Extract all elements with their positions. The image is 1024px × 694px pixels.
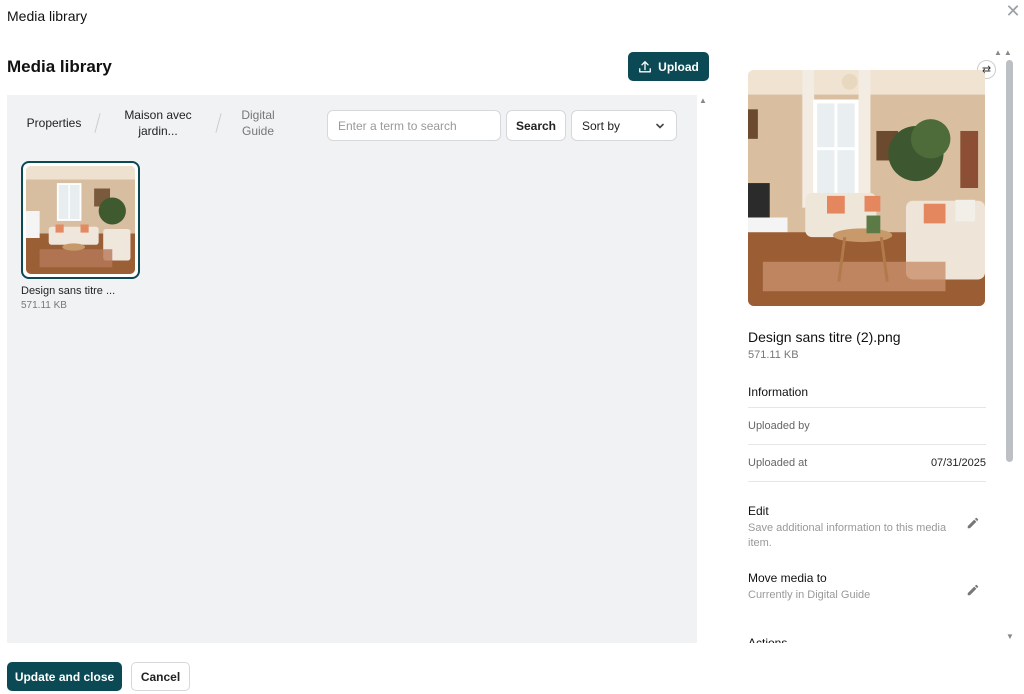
search-button[interactable]: Search	[506, 110, 566, 141]
media-item-name: Design sans titre ...	[21, 285, 116, 297]
media-preview	[748, 70, 985, 306]
close-icon[interactable]: ✕	[1004, 2, 1022, 20]
information-title: Information	[748, 385, 986, 408]
living-room-thumbnail	[26, 166, 135, 274]
pencil-icon[interactable]	[966, 516, 980, 530]
breadcrumb-properties[interactable]: Properties	[7, 115, 101, 131]
details-panel: Design sans titre (2).png 571.11 KB Info…	[748, 70, 986, 603]
page-title: Media library	[7, 57, 112, 76]
living-room-preview	[748, 70, 985, 306]
chevron-down-icon	[656, 123, 664, 129]
window-title: Media library	[7, 8, 88, 24]
uploaded-at-label: Uploaded at	[748, 457, 808, 469]
cancel-button[interactable]: Cancel	[131, 662, 190, 691]
pencil-icon[interactable]	[966, 583, 980, 597]
panel-scrollbar[interactable]	[1006, 60, 1013, 462]
breadcrumb-digital-guide: Digital Guide	[241, 108, 275, 138]
sort-label: Sort by	[582, 118, 621, 133]
breadcrumb: Properties Maison avec jardin... Digital…	[7, 105, 293, 141]
upload-icon	[639, 60, 652, 72]
uploaded-at-value: 07/31/2025	[930, 457, 986, 469]
media-item-size: 571.11 KB	[21, 300, 67, 311]
scroll-up-icon[interactable]: ▲▲	[994, 48, 1014, 57]
move-title: Move media to	[748, 571, 827, 585]
search-input[interactable]	[327, 110, 501, 141]
upload-label: Upload	[658, 59, 699, 74]
move-action[interactable]: Move media to Currently in Digital Guide	[748, 571, 986, 603]
media-item[interactable]: Design sans titre ... 571.11 KB	[21, 161, 141, 311]
sort-select[interactable]: Sort by	[571, 110, 677, 141]
update-and-close-button[interactable]: Update and close	[7, 662, 122, 691]
scroll-down-icon[interactable]: ▼	[1006, 632, 1014, 641]
uploaded-by-label: Uploaded by	[748, 420, 810, 432]
edit-title: Edit	[748, 504, 769, 518]
move-description: Currently in Digital Guide	[748, 589, 871, 601]
file-size: 571.11 KB	[748, 349, 799, 361]
scroll-up-icon[interactable]: ▲	[699, 97, 707, 105]
edit-description: Save additional information to this medi…	[748, 522, 947, 549]
media-browser: Properties Maison avec jardin... Digital…	[7, 95, 697, 643]
uploaded-by-row: Uploaded by	[748, 408, 986, 445]
breadcrumb-separator	[215, 113, 222, 133]
media-thumbnail[interactable]	[21, 161, 140, 279]
file-name: Design sans titre (2).png	[748, 329, 901, 345]
edit-action[interactable]: Edit Save additional information to this…	[748, 504, 986, 551]
uploaded-at-row: Uploaded at 07/31/2025	[748, 445, 986, 482]
breadcrumb-maison[interactable]: Maison avec jardin...	[102, 107, 214, 139]
upload-button[interactable]: Upload	[628, 52, 709, 81]
